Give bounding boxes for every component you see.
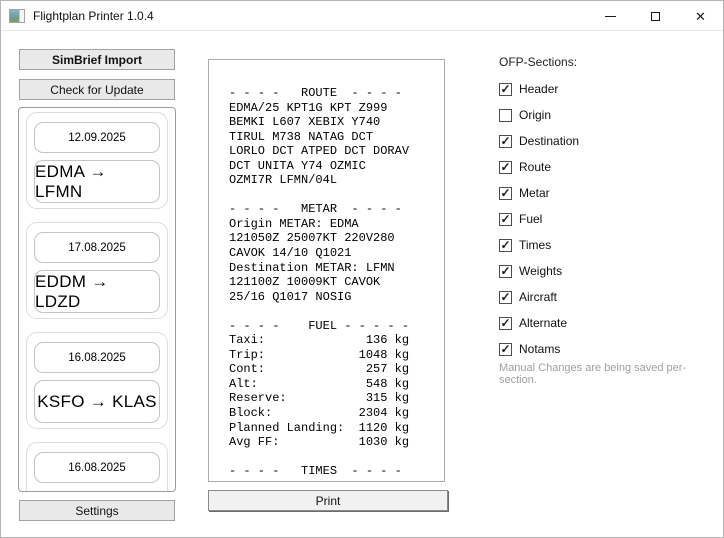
maximize-icon [651, 12, 660, 21]
preview-line: Planned Landing: 1120 kg [229, 421, 444, 436]
checkbox-label: Notams [519, 342, 560, 356]
checkbox-row-weights[interactable]: Weights [499, 261, 562, 281]
preview-line: - - - - FUEL - - - - - [229, 319, 444, 334]
check-for-update-button[interactable]: Check for Update [19, 79, 175, 100]
checkbox-row-route[interactable]: Route [499, 157, 551, 177]
preview-line: Block: 2304 kg [229, 406, 444, 421]
checkbox-fuel[interactable] [499, 213, 512, 226]
checkbox-route[interactable] [499, 161, 512, 174]
ofp-preview: - - - - ROUTE - - - - EDMA/25 KPT1G KPT … [208, 59, 445, 482]
preview-line: OZMI7R LFMN/04L [229, 173, 444, 188]
preview-line: LORLO DCT ATPED DCT DORAV [229, 144, 444, 159]
flightplan-date-button[interactable]: 12.09.2025 [34, 122, 160, 153]
preview-line: BEMKI L607 XEBIX Y740 [229, 115, 444, 130]
checkbox-label: Times [519, 238, 551, 252]
checkbox-row-notams[interactable]: Notams [499, 339, 560, 359]
preview-line: Reserve: 315 kg [229, 391, 444, 406]
minimize-button[interactable] [588, 1, 633, 31]
preview-line: Alt: 548 kg [229, 377, 444, 392]
checkbox-header[interactable] [499, 83, 512, 96]
flightplan-date-button[interactable]: 16.08.2025 [34, 342, 160, 373]
preview-line: 121100Z 10009KT CAVOK [229, 275, 444, 290]
preview-line [229, 450, 444, 465]
checkbox-row-header[interactable]: Header [499, 79, 558, 99]
checkbox-row-alternate[interactable]: Alternate [499, 313, 567, 333]
preview-line: - - - - TIMES - - - - [229, 464, 444, 479]
flightplan-route-button[interactable]: KSFO → KLAS [34, 380, 160, 423]
preview-line: DCT UNITA Y74 OZMIC [229, 159, 444, 174]
checkbox-times[interactable] [499, 239, 512, 252]
preview-line: - - - - METAR - - - - [229, 202, 444, 217]
flightplan-card: 17.08.2025 EDDM → LDZD [26, 222, 168, 319]
ofp-sections-label: OFP-Sections: [499, 55, 577, 69]
preview-line: CAVOK 14/10 Q1021 [229, 246, 444, 261]
preview-line [229, 188, 444, 203]
preview-line [229, 304, 444, 319]
flightplan-card: 16.08.2025 KSFO → KLAS [26, 332, 168, 429]
checkbox-label: Aircraft [519, 290, 557, 304]
window-controls: ✕ [588, 1, 723, 31]
preview-line: Cont: 257 kg [229, 362, 444, 377]
checkbox-notams[interactable] [499, 343, 512, 356]
checkbox-label: Origin [519, 108, 551, 122]
checkbox-origin[interactable] [499, 109, 512, 122]
preview-line: Origin METAR: EDMA [229, 217, 444, 232]
checkbox-label: Weights [519, 264, 562, 278]
checkbox-aircraft[interactable] [499, 291, 512, 304]
checkbox-label: Route [519, 160, 551, 174]
flightplan-date-button[interactable]: 16.08.2025 [34, 452, 160, 483]
preview-line: - - - - ROUTE - - - - [229, 86, 444, 101]
app-icon [9, 9, 25, 23]
flightplan-card: 16.08.2025 [26, 442, 168, 492]
maximize-button[interactable] [633, 1, 678, 31]
checkbox-label: Metar [519, 186, 550, 200]
app-icon-pane [19, 10, 24, 22]
flightplan-card: 12.09.2025 EDMA → LFMN [26, 112, 168, 209]
preview-line: Destination METAR: LFMN [229, 261, 444, 276]
simbrief-import-button[interactable]: SimBrief Import [19, 49, 175, 70]
window-title: Flightplan Printer 1.0.4 [33, 9, 154, 23]
preview-line: Trip: 1048 kg [229, 348, 444, 363]
preview-line: Avg FF: 1030 kg [229, 435, 444, 450]
flightplan-list: 12.09.2025 EDMA → LFMN 17.08.2025 EDDM →… [18, 107, 176, 492]
checkbox-row-times[interactable]: Times [499, 235, 551, 255]
checkbox-row-fuel[interactable]: Fuel [499, 209, 542, 229]
checkbox-weights[interactable] [499, 265, 512, 278]
preview-line: EDMA/25 KPT1G KPT Z999 [229, 101, 444, 116]
checkbox-destination[interactable] [499, 135, 512, 148]
settings-button[interactable]: Settings [19, 500, 175, 521]
app-icon-pane [10, 10, 19, 22]
preview-line: 121050Z 25007KT 220V280 [229, 231, 444, 246]
close-icon: ✕ [695, 10, 706, 23]
checkbox-label: Header [519, 82, 558, 96]
preview-line: Taxi: 136 kg [229, 333, 444, 348]
flightplan-route-button[interactable]: EDDM → LDZD [34, 270, 160, 313]
checkbox-label: Fuel [519, 212, 542, 226]
flightplan-route-button[interactable]: EDMA → LFMN [34, 160, 160, 203]
checkbox-alternate[interactable] [499, 317, 512, 330]
checkbox-row-destination[interactable]: Destination [499, 131, 579, 151]
checkbox-row-origin[interactable]: Origin [499, 105, 551, 125]
checkbox-label: Destination [519, 134, 579, 148]
per-section-note: Manual Changes are being saved per-secti… [499, 362, 723, 386]
checkbox-metar[interactable] [499, 187, 512, 200]
checkbox-row-aircraft[interactable]: Aircraft [499, 287, 557, 307]
title-bar: Flightplan Printer 1.0.4 ✕ [1, 1, 723, 31]
checkbox-row-metar[interactable]: Metar [499, 183, 550, 203]
app-window: Flightplan Printer 1.0.4 ✕ SimBrief Impo… [0, 0, 724, 538]
minimize-icon [605, 16, 616, 17]
preview-line: TIRUL M738 NATAG DCT [229, 130, 444, 145]
preview-line: 25/16 Q1017 NOSIG [229, 290, 444, 305]
checkbox-label: Alternate [519, 316, 567, 330]
print-button[interactable]: Print [208, 490, 448, 511]
flightplan-date-button[interactable]: 17.08.2025 [34, 232, 160, 263]
close-button[interactable]: ✕ [678, 1, 723, 31]
